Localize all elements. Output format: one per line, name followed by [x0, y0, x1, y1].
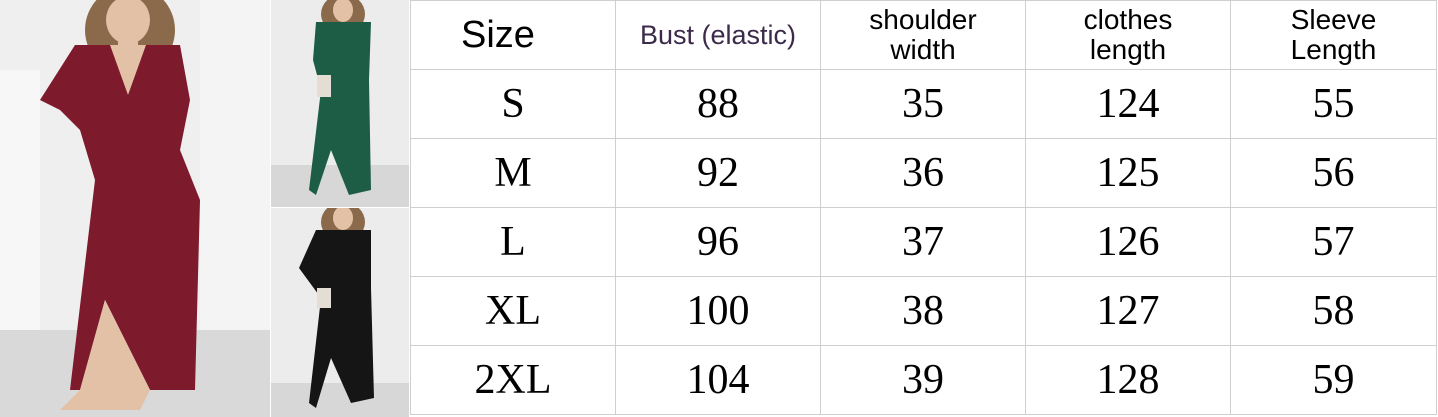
cell-size: L	[410, 207, 616, 277]
cell-length: 128	[1025, 345, 1231, 415]
header-clothes-length: clothes length	[1025, 0, 1231, 70]
cell-sleeve: 57	[1230, 207, 1437, 277]
table-row: XL 100 38 127 58	[410, 276, 1437, 346]
cell-length: 124	[1025, 69, 1231, 139]
header-shoulder-line-2: width	[890, 34, 956, 65]
cell-bust: 96	[615, 207, 821, 277]
cell-size: M	[410, 138, 616, 208]
header-shoulder-line-1: shoulder	[869, 4, 977, 35]
product-photo-wine	[0, 0, 270, 417]
size-chart-table: Size Bust (elastic) shoulder width cloth…	[410, 0, 1437, 415]
cell-length: 126	[1025, 207, 1231, 277]
cell-shoulder: 39	[820, 345, 1026, 415]
table-row: L 96 37 126 57	[410, 207, 1437, 277]
header-sleeve-length: Sleeve Length	[1230, 0, 1437, 70]
cell-bust: 92	[615, 138, 821, 208]
header-length-line-1: clothes	[1083, 4, 1173, 35]
cell-sleeve: 56	[1230, 138, 1437, 208]
header-length-line-2: length	[1089, 34, 1167, 65]
table-header-row: Size Bust (elastic) shoulder width cloth…	[410, 0, 1437, 70]
cell-shoulder: 38	[820, 276, 1026, 346]
cell-sleeve: 59	[1230, 345, 1437, 415]
product-photo-green	[271, 0, 409, 207]
cell-bust: 100	[615, 276, 821, 346]
product-photo-black	[271, 208, 409, 417]
header-sleeve-line-2: Length	[1290, 34, 1377, 65]
cell-shoulder: 36	[820, 138, 1026, 208]
cell-size: 2XL	[410, 345, 616, 415]
table-row: M 92 36 125 56	[410, 138, 1437, 208]
header-size: Size	[410, 0, 616, 70]
cell-shoulder: 35	[820, 69, 1026, 139]
cell-size: XL	[410, 276, 616, 346]
cell-length: 125	[1025, 138, 1231, 208]
table-row: 2XL 104 39 128 59	[410, 345, 1437, 415]
cell-sleeve: 58	[1230, 276, 1437, 346]
header-sleeve-line-1: Sleeve	[1290, 4, 1377, 35]
cell-sleeve: 55	[1230, 69, 1437, 139]
cell-bust: 88	[615, 69, 821, 139]
cell-length: 127	[1025, 276, 1231, 346]
header-shoulder-width: shoulder width	[820, 0, 1026, 70]
cell-size: S	[410, 69, 616, 139]
cell-shoulder: 37	[820, 207, 1026, 277]
header-bust: Bust (elastic)	[615, 0, 821, 70]
cell-bust: 104	[615, 345, 821, 415]
table-row: S 88 35 124 55	[410, 69, 1437, 139]
